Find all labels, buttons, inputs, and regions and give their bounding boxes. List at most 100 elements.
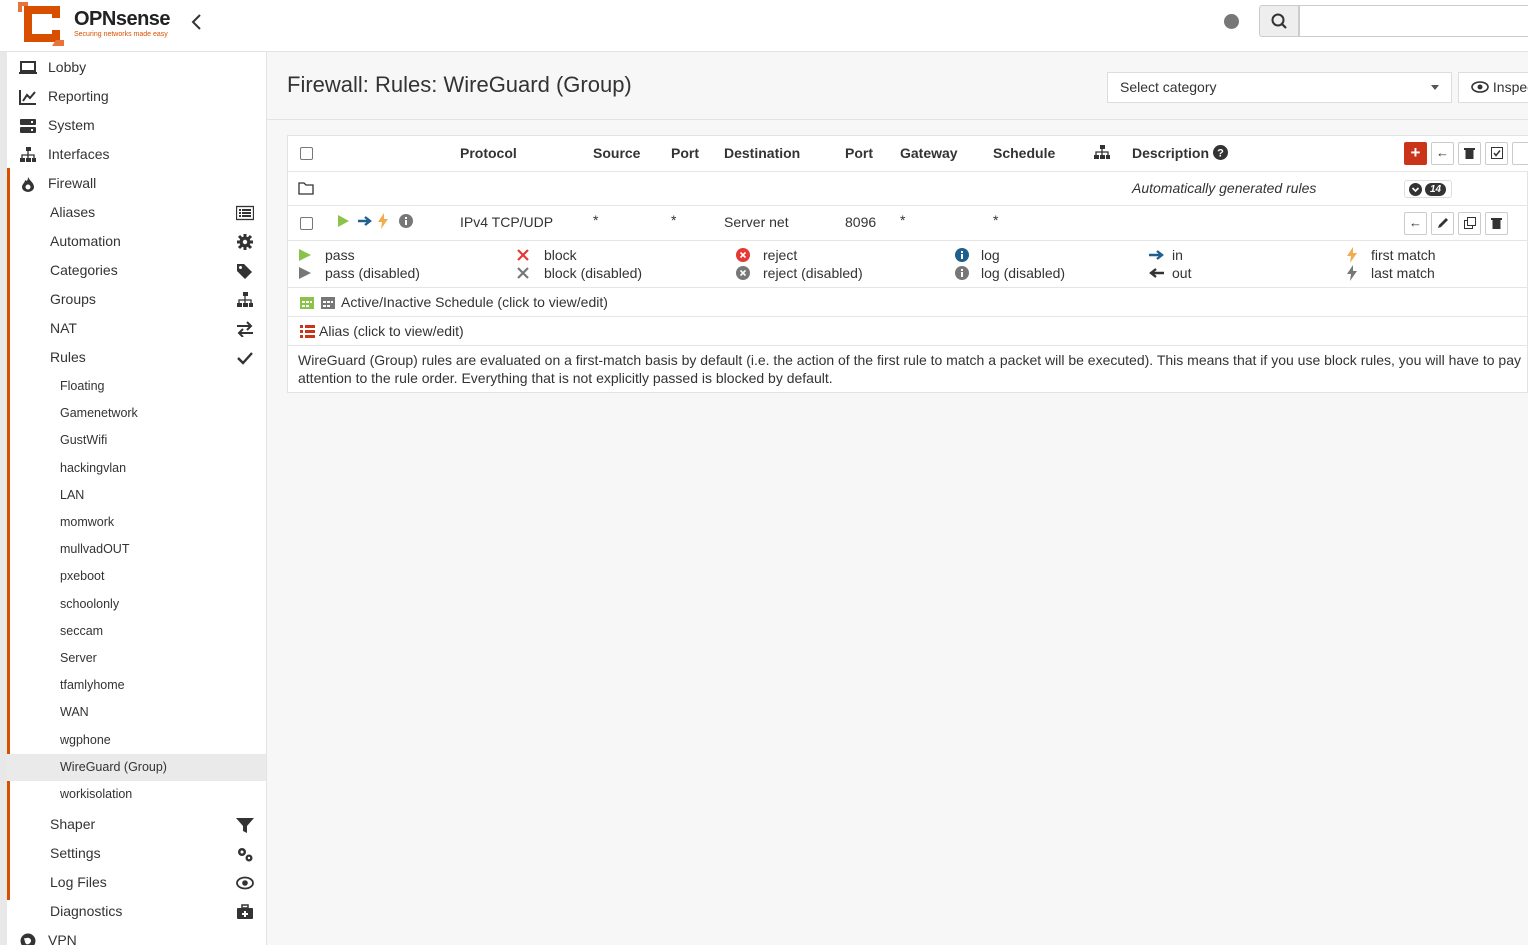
- sidebar-item-groups[interactable]: Groups: [7, 285, 266, 314]
- search-input[interactable]: [1299, 5, 1528, 37]
- sidebar-item-settings[interactable]: Settings: [7, 839, 266, 868]
- rule-checkbox[interactable]: [300, 217, 313, 230]
- sidebar-item-categories[interactable]: Categories: [7, 256, 266, 285]
- chart-icon: [19, 90, 36, 105]
- sidebar-item-system[interactable]: System: [7, 111, 266, 140]
- auto-rules-toggle[interactable]: 14: [1404, 180, 1452, 198]
- trash-icon: [1464, 148, 1475, 159]
- pencil-icon: [1437, 218, 1448, 228]
- delete-rule-button[interactable]: [1485, 212, 1508, 235]
- rules-panel: Protocol Source Port Destination Port Ga…: [287, 135, 1528, 393]
- move-rule-button[interactable]: ←: [1404, 212, 1427, 235]
- laptop-icon: [19, 61, 37, 74]
- legend-pass-disabled: pass (disabled): [325, 265, 420, 281]
- sidebar-item-interfaces[interactable]: Interfaces: [7, 140, 266, 169]
- add-rule-button[interactable]: +: [1404, 142, 1427, 165]
- globe-icon: [20, 933, 36, 945]
- category-select[interactable]: Select category: [1107, 72, 1452, 103]
- legend-in: in: [1172, 247, 1183, 263]
- table-header: Protocol Source Port Destination Port Ga…: [288, 136, 1528, 172]
- move-selected-button[interactable]: ←: [1431, 142, 1454, 165]
- sidebar-item-label: Settings: [50, 845, 101, 862]
- search-button[interactable]: [1259, 5, 1299, 37]
- opnsense-logo[interactable]: OPNsense Securing networks made easy: [16, 0, 186, 48]
- rule-protocol: IPv4 TCP/UDP: [460, 214, 554, 230]
- sidebar-item-rules[interactable]: Rules: [7, 343, 266, 372]
- sidebar-rules-server[interactable]: Server: [7, 645, 266, 672]
- header-protocol: Protocol: [460, 145, 517, 161]
- direction-out-icon: [1149, 268, 1164, 278]
- sidebar-item-automation[interactable]: Automation: [7, 227, 266, 256]
- sidebar-rules-workisolation[interactable]: workisolation: [7, 781, 266, 808]
- inspect-label: Inspect: [1492, 79, 1528, 95]
- pass-icon[interactable]: [337, 214, 350, 228]
- sidebar-item-diagnostics[interactable]: Diagnostics: [7, 897, 266, 926]
- sidebar-item-vpn[interactable]: VPN: [7, 926, 266, 945]
- sidebar-rules-wgphone[interactable]: wgphone: [7, 727, 266, 754]
- table-row: IPv4 TCP/UDP * * Server net 8096 * * ←: [288, 206, 1528, 241]
- clone-rule-button[interactable]: [1458, 212, 1481, 235]
- sidebar-rules-hackingvlan[interactable]: hackingvlan: [7, 455, 266, 482]
- list-icon: [236, 205, 254, 221]
- sidebar-item-lobby[interactable]: Lobby: [7, 53, 266, 82]
- sidebar-rules-floating[interactable]: Floating: [7, 373, 266, 400]
- auto-rules-row[interactable]: Automatically generated rules 14: [288, 172, 1528, 206]
- sidebar-item-reporting[interactable]: Reporting: [7, 82, 266, 111]
- sidebar-rules-wireguard-group-[interactable]: WireGuard (Group): [7, 753, 266, 781]
- brand-name: OPNsense: [74, 8, 171, 30]
- sidebar-rules-tfamlyhome[interactable]: tfamlyhome: [7, 672, 266, 699]
- sidebar-item-firewall[interactable]: Firewall: [7, 169, 266, 198]
- collapse-sidebar-icon[interactable]: [189, 12, 209, 34]
- sidebar-item-label: Reporting: [48, 88, 109, 104]
- gear-icon: [237, 234, 253, 250]
- legend-reject-disabled: reject (disabled): [763, 265, 863, 281]
- block-icon: [517, 249, 529, 261]
- sidebar-item-label: Floating: [60, 379, 105, 393]
- select-all-checkbox[interactable]: [300, 147, 313, 160]
- first-match-icon: [1347, 247, 1357, 263]
- top-bar: OPNsense Securing networks made easy: [0, 0, 1528, 52]
- rule-gateway: *: [900, 212, 906, 228]
- help-icon[interactable]: ?: [1213, 145, 1228, 160]
- auto-rules-description: Automatically generated rules: [1132, 180, 1317, 196]
- sidebar-item-label: System: [48, 117, 95, 133]
- alias-note: Alias (click to view/edit): [319, 323, 464, 339]
- disable-selected-button[interactable]: [1512, 142, 1528, 165]
- sidebar-rules-wan[interactable]: WAN: [7, 699, 266, 726]
- sidebar-item-label: Firewall: [48, 175, 97, 191]
- eye-icon: [236, 876, 254, 890]
- enable-selected-button[interactable]: [1485, 142, 1508, 165]
- sidebar-item-label: WireGuard (Group): [60, 759, 167, 774]
- brand-tagline: Securing networks made easy: [74, 31, 168, 38]
- direction-in-icon: [1149, 250, 1164, 260]
- eye-icon: [1471, 81, 1489, 93]
- legend-log-disabled: log (disabled): [981, 265, 1066, 281]
- logo-icon: [18, 2, 64, 46]
- sidebar-rules-mullvadout[interactable]: mullvadOUT: [7, 536, 266, 563]
- sidebar-rules-pxeboot[interactable]: pxeboot: [7, 563, 266, 590]
- sidebar-item-label: workisolation: [60, 787, 133, 801]
- sidebar-rules-gamenetwork[interactable]: Gamenetwork: [7, 400, 266, 427]
- sidebar-item-aliases[interactable]: Aliases: [7, 198, 266, 227]
- sitemap-icon: [237, 292, 253, 307]
- delete-selected-button[interactable]: [1458, 142, 1481, 165]
- log-icon[interactable]: [399, 214, 413, 228]
- edit-rule-button[interactable]: [1431, 212, 1454, 235]
- sidebar-item-shaper[interactable]: Shaper: [7, 810, 266, 839]
- check-square-icon: [1490, 147, 1503, 159]
- header-gateway: Gateway: [900, 145, 958, 161]
- sidebar-rules-momwork[interactable]: momwork: [7, 509, 266, 536]
- sidebar-rules-seccam[interactable]: seccam: [7, 618, 266, 645]
- sidebar-rules-schoolonly[interactable]: schoolonly: [7, 591, 266, 618]
- svg-text:?: ?: [1217, 148, 1224, 160]
- sidebar-item-log-files[interactable]: Log Files: [7, 868, 266, 897]
- header-source-port: Port: [671, 145, 699, 161]
- sidebar-item-nat[interactable]: NAT: [7, 314, 266, 343]
- sidebar-rules-gustwifi[interactable]: GustWifi: [7, 427, 266, 454]
- sidebar-rules-lan[interactable]: LAN: [7, 482, 266, 509]
- inspect-button[interactable]: Inspect: [1458, 72, 1528, 103]
- sidebar-item-label: hackingvlan: [60, 460, 127, 475]
- status-indicator-icon[interactable]: [1224, 14, 1239, 29]
- log-disabled-icon: [955, 266, 969, 280]
- sidebar-item-label: LAN: [60, 487, 85, 502]
